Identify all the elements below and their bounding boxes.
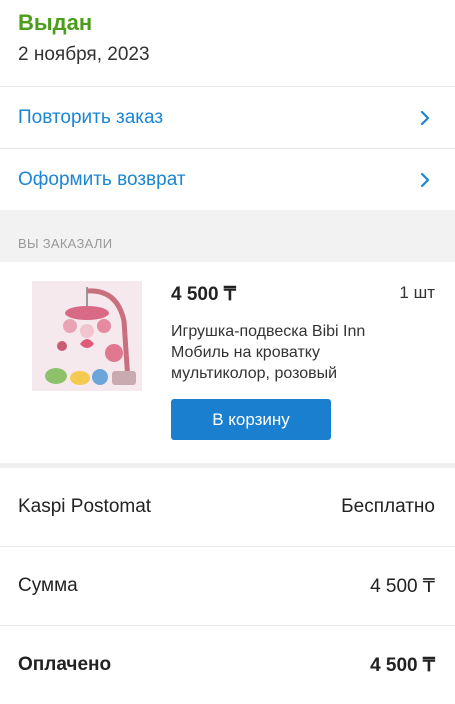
return-order-row[interactable]: Оформить возврат <box>0 148 455 211</box>
repeat-order-row[interactable]: Повторить заказ <box>0 86 455 149</box>
delivery-row: Kaspi Postomat Бесплатно <box>0 468 455 547</box>
chevron-right-icon <box>420 110 430 126</box>
section-title: ВЫ ЗАКАЗАЛИ <box>18 236 113 251</box>
delivery-method: Kaspi Postomat <box>18 496 152 517</box>
chevron-right-icon <box>420 172 430 188</box>
repeat-order-label: Повторить заказ <box>18 107 164 128</box>
sum-value: 4 500 ₸ <box>370 576 435 597</box>
item-quantity: 1 шт <box>399 283 435 302</box>
item-price: 4 500 ₸ <box>171 284 236 305</box>
baby-mobile-toy-image <box>32 281 142 391</box>
paid-label: Оплачено <box>18 654 112 675</box>
order-date: 2 ноября, 2023 <box>18 44 150 65</box>
add-to-cart-button[interactable]: В корзину <box>171 399 331 440</box>
order-status: Выдан <box>18 10 93 35</box>
paid-value: 4 500 ₸ <box>370 655 435 676</box>
delivery-cost: Бесплатно <box>341 496 435 517</box>
return-order-label: Оформить возврат <box>18 169 186 190</box>
product-image[interactable] <box>32 281 142 391</box>
paid-row: Оплачено 4 500 ₸ <box>0 626 455 704</box>
item-name[interactable]: Игрушка-подвеска Bibi Inn Мобиль на кров… <box>171 321 401 384</box>
sum-label: Сумма <box>18 575 78 596</box>
sum-row: Сумма 4 500 ₸ <box>0 547 455 626</box>
